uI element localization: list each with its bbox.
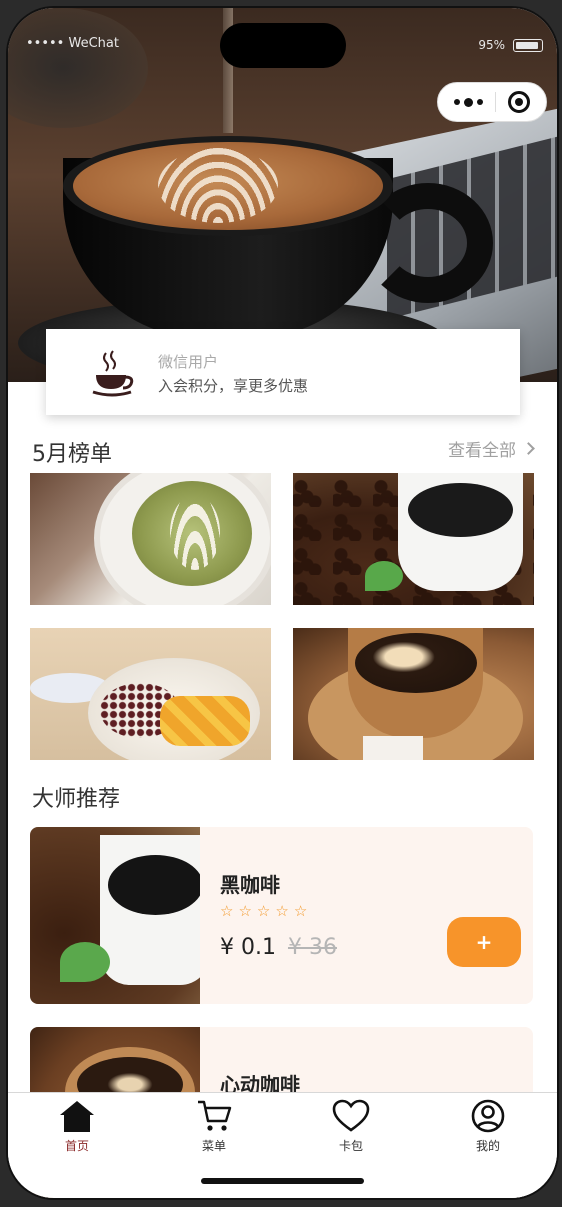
ranking-item-dessert[interactable] (30, 628, 271, 760)
ranking-title: 5月榜单 (32, 442, 112, 467)
ranking-item-black-coffee[interactable] (293, 473, 534, 605)
user-icon (471, 1099, 505, 1133)
tab-label: 菜单 (201, 1139, 226, 1153)
star-icon: ☆ (238, 902, 252, 920)
recommend-card[interactable]: 黑咖啡 ☆ ☆ ☆ ☆ ☆ ¥ 0.1 ¥ 36 + (30, 827, 533, 1004)
product-image (30, 827, 200, 1004)
tab-profile[interactable]: 我的 (448, 1099, 528, 1154)
see-all-label: 查看全部 (448, 441, 516, 461)
chevron-right-icon (522, 442, 535, 455)
member-card[interactable]: 微信用户 入会积分，享更多优惠 (46, 329, 520, 415)
home-icon (60, 1101, 94, 1132)
rating-stars: ☆ ☆ ☆ ☆ ☆ (220, 904, 337, 919)
cart-icon (198, 1100, 232, 1131)
carrier-text: ••••• WeChat (26, 36, 119, 51)
add-to-cart-button[interactable]: + (447, 917, 521, 967)
phone-screen: ••••• WeChat 95% 微信用户 入会积分，享更多优惠 5月榜单 查看… (8, 8, 557, 1198)
close-target-icon[interactable] (508, 91, 530, 113)
member-name: 微信用户 (158, 353, 219, 371)
tab-home[interactable]: 首页 (37, 1099, 117, 1154)
tab-label: 我的 (475, 1139, 500, 1153)
star-icon: ☆ (220, 902, 234, 920)
ranking-item-mocha[interactable] (293, 628, 534, 760)
member-desc: 入会积分，享更多优惠 (158, 377, 309, 395)
recommend-title: 大师推荐 (32, 787, 121, 812)
battery-icon (513, 39, 543, 52)
more-icon[interactable] (454, 97, 483, 107)
coffee-cup-icon (92, 350, 134, 397)
miniprogram-capsule (437, 82, 547, 122)
tab-label: 首页 (64, 1139, 89, 1153)
star-icon: ☆ (256, 902, 271, 920)
product-price: ¥ 0.1 (220, 935, 276, 960)
tab-menu[interactable]: 菜单 (174, 1099, 254, 1154)
tab-card[interactable]: 卡包 (311, 1099, 391, 1154)
product-name: 黑咖啡 (220, 873, 280, 897)
camera-notch (220, 23, 346, 68)
battery-text: 95% (478, 38, 505, 52)
star-icon: ☆ (275, 902, 289, 920)
see-all-link[interactable]: 查看全部 (448, 436, 535, 461)
home-indicator (201, 1178, 364, 1184)
tab-label: 卡包 (338, 1139, 363, 1153)
star-icon: ☆ (293, 902, 308, 920)
product-old-price: ¥ 36 (287, 935, 337, 960)
heart-icon (332, 1099, 370, 1132)
ranking-item-matcha-latte[interactable] (30, 473, 271, 605)
